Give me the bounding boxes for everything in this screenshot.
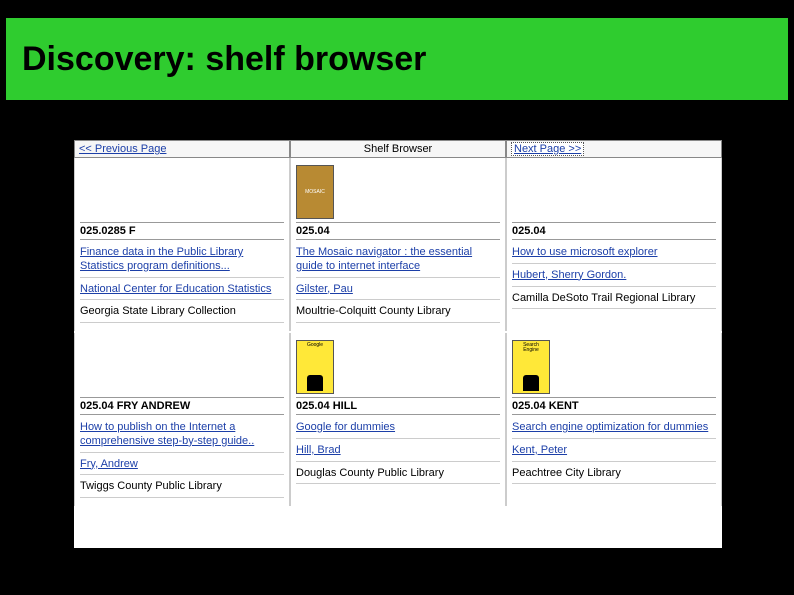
shelf-item: 025.04 How to use microsoft explorer Hub…: [506, 158, 722, 331]
shelf-item: Search Engine 025.04 KENT Search engine …: [506, 333, 722, 506]
cover-slot: [80, 336, 284, 394]
cover-label: MOSAIC: [305, 189, 325, 195]
dummies-head-icon: [523, 375, 539, 391]
item-library: Peachtree City Library: [512, 465, 716, 485]
nav-title-cell: Shelf Browser: [290, 140, 506, 158]
item-author-link[interactable]: Hubert, Sherry Gordon.: [512, 267, 716, 287]
item-author-link[interactable]: Kent, Peter: [512, 442, 716, 462]
item-library: Georgia State Library Collection: [80, 303, 284, 323]
item-title-link[interactable]: How to publish on the Internet a compreh…: [80, 419, 284, 453]
next-page-link[interactable]: Next Page >>: [511, 142, 584, 156]
shelf-row-1: 025.0285 F Finance data in the Public Li…: [74, 158, 722, 331]
call-number: 025.04 KENT: [512, 397, 716, 415]
item-library: Moultrie-Colquitt County Library: [296, 303, 500, 323]
nav-prev-cell: << Previous Page: [74, 140, 290, 158]
cover-label: Search Engine: [515, 343, 547, 353]
cover-slot: [80, 161, 284, 219]
shelf-browser-panel: << Previous Page Shelf Browser Next Page…: [74, 140, 722, 548]
item-title-link[interactable]: How to use microsoft explorer: [512, 244, 716, 264]
item-author-link[interactable]: Gilster, Pau: [296, 281, 500, 301]
shelf-item: Google 025.04 HILL Google for dummies Hi…: [290, 333, 506, 506]
call-number: 025.04 HILL: [296, 397, 500, 415]
prev-page-link[interactable]: << Previous Page: [79, 143, 166, 155]
book-cover-icon[interactable]: Search Engine: [512, 340, 550, 394]
slide-title: Discovery: shelf browser: [22, 40, 426, 79]
item-title-link[interactable]: Finance data in the Public Library Stati…: [80, 244, 284, 278]
item-author-link[interactable]: Fry, Andrew: [80, 456, 284, 476]
dummies-head-icon: [307, 375, 323, 391]
cover-slot: [512, 161, 716, 219]
book-cover-icon[interactable]: Google: [296, 340, 334, 394]
cover-slot: Search Engine: [512, 336, 716, 394]
call-number: 025.04: [296, 222, 500, 240]
item-title-link[interactable]: Google for dummies: [296, 419, 500, 439]
item-author-link[interactable]: National Center for Education Statistics: [80, 281, 284, 301]
item-author-link[interactable]: Hill, Brad: [296, 442, 500, 462]
nav-next-cell: Next Page >>: [506, 140, 722, 158]
cover-label: Google: [307, 343, 323, 348]
item-library: Twiggs County Public Library: [80, 478, 284, 498]
slide-title-band: Discovery: shelf browser: [6, 18, 788, 100]
item-library: Douglas County Public Library: [296, 465, 500, 485]
call-number: 025.04: [512, 222, 716, 240]
call-number: 025.0285 F: [80, 222, 284, 240]
shelf-item: 025.0285 F Finance data in the Public Li…: [74, 158, 290, 331]
nav-strip: << Previous Page Shelf Browser Next Page…: [74, 140, 722, 158]
cover-slot: Google: [296, 336, 500, 394]
shelf-row-2: 025.04 FRY ANDREW How to publish on the …: [74, 333, 722, 506]
book-cover-icon[interactable]: MOSAIC: [296, 165, 334, 219]
item-title-link[interactable]: The Mosaic navigator : the essential gui…: [296, 244, 500, 278]
nav-title: Shelf Browser: [364, 143, 432, 155]
cover-slot: MOSAIC: [296, 161, 500, 219]
call-number: 025.04 FRY ANDREW: [80, 397, 284, 415]
item-library: Camilla DeSoto Trail Regional Library: [512, 290, 716, 310]
item-title-link[interactable]: Search engine optimization for dummies: [512, 419, 716, 439]
shelf-item: MOSAIC 025.04 The Mosaic navigator : the…: [290, 158, 506, 331]
shelf-item: 025.04 FRY ANDREW How to publish on the …: [74, 333, 290, 506]
